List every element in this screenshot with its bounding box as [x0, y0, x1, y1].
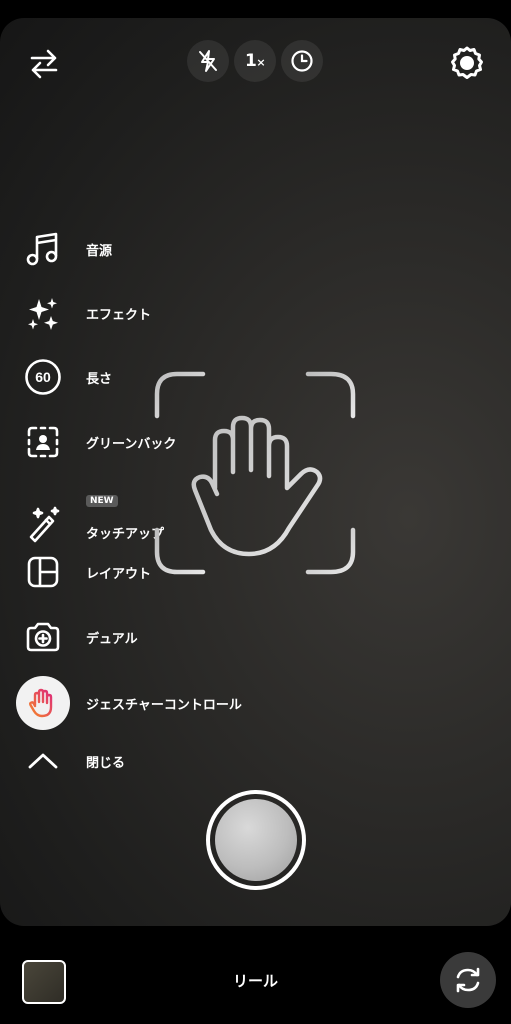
timer-button[interactable] — [281, 40, 323, 82]
zoom-suffix: × — [256, 56, 266, 69]
sparkles-icon — [20, 290, 66, 336]
zoom-button[interactable]: 1× — [234, 40, 276, 82]
menu-label-close: 閉じる — [86, 755, 126, 771]
menu-label-duration: 長さ — [86, 371, 113, 387]
settings-gear-icon[interactable] — [445, 42, 489, 86]
menu-label-layout: レイアウト — [86, 566, 152, 582]
swap-arrows-icon[interactable] — [24, 44, 64, 84]
menu-label-gesture-control: ジェスチャーコントロール — [86, 697, 242, 713]
bottom-bar: リール — [0, 926, 511, 1024]
chevron-up-icon — [20, 738, 66, 784]
menu-item-gesture-control[interactable]: ジェスチャーコントロール — [16, 676, 320, 730]
green-screen-icon — [20, 419, 66, 465]
flip-camera-icon[interactable] — [440, 952, 496, 1008]
duration-icon-text: 60 — [35, 369, 51, 385]
hand-gesture-frame-icon — [153, 370, 358, 575]
dual-camera-icon — [20, 614, 66, 660]
flash-button[interactable] — [187, 40, 229, 82]
music-note-icon — [20, 226, 66, 272]
menu-label-dual: デュアル — [86, 631, 138, 647]
layout-icon — [20, 549, 66, 595]
shutter-inner — [215, 799, 297, 881]
timer-icon — [291, 50, 313, 72]
new-badge: NEW — [86, 495, 118, 507]
gesture-hand-icon — [16, 676, 70, 730]
shutter-button[interactable] — [206, 790, 306, 890]
menu-item-dual[interactable]: デュアル — [20, 614, 320, 660]
menu-item-close[interactable]: 閉じる — [20, 738, 320, 784]
menu-item-audio[interactable]: 音源 — [20, 226, 320, 272]
menu-label-effects: エフェクト — [86, 307, 152, 323]
duration-60-icon: 60 — [20, 354, 66, 400]
menu-label-audio: 音源 — [86, 243, 113, 259]
menu-item-effects[interactable]: エフェクト — [20, 290, 320, 336]
mode-label-reels[interactable]: リール — [0, 970, 511, 991]
magic-wand-icon — [20, 501, 66, 547]
zoom-value: 1 — [244, 51, 257, 71]
flash-off-icon — [199, 50, 217, 72]
camera-viewfinder[interactable]: 1× 音源 エフェクト 60 長さ グリーンバック NEW タッチアップ レイア… — [0, 18, 511, 926]
